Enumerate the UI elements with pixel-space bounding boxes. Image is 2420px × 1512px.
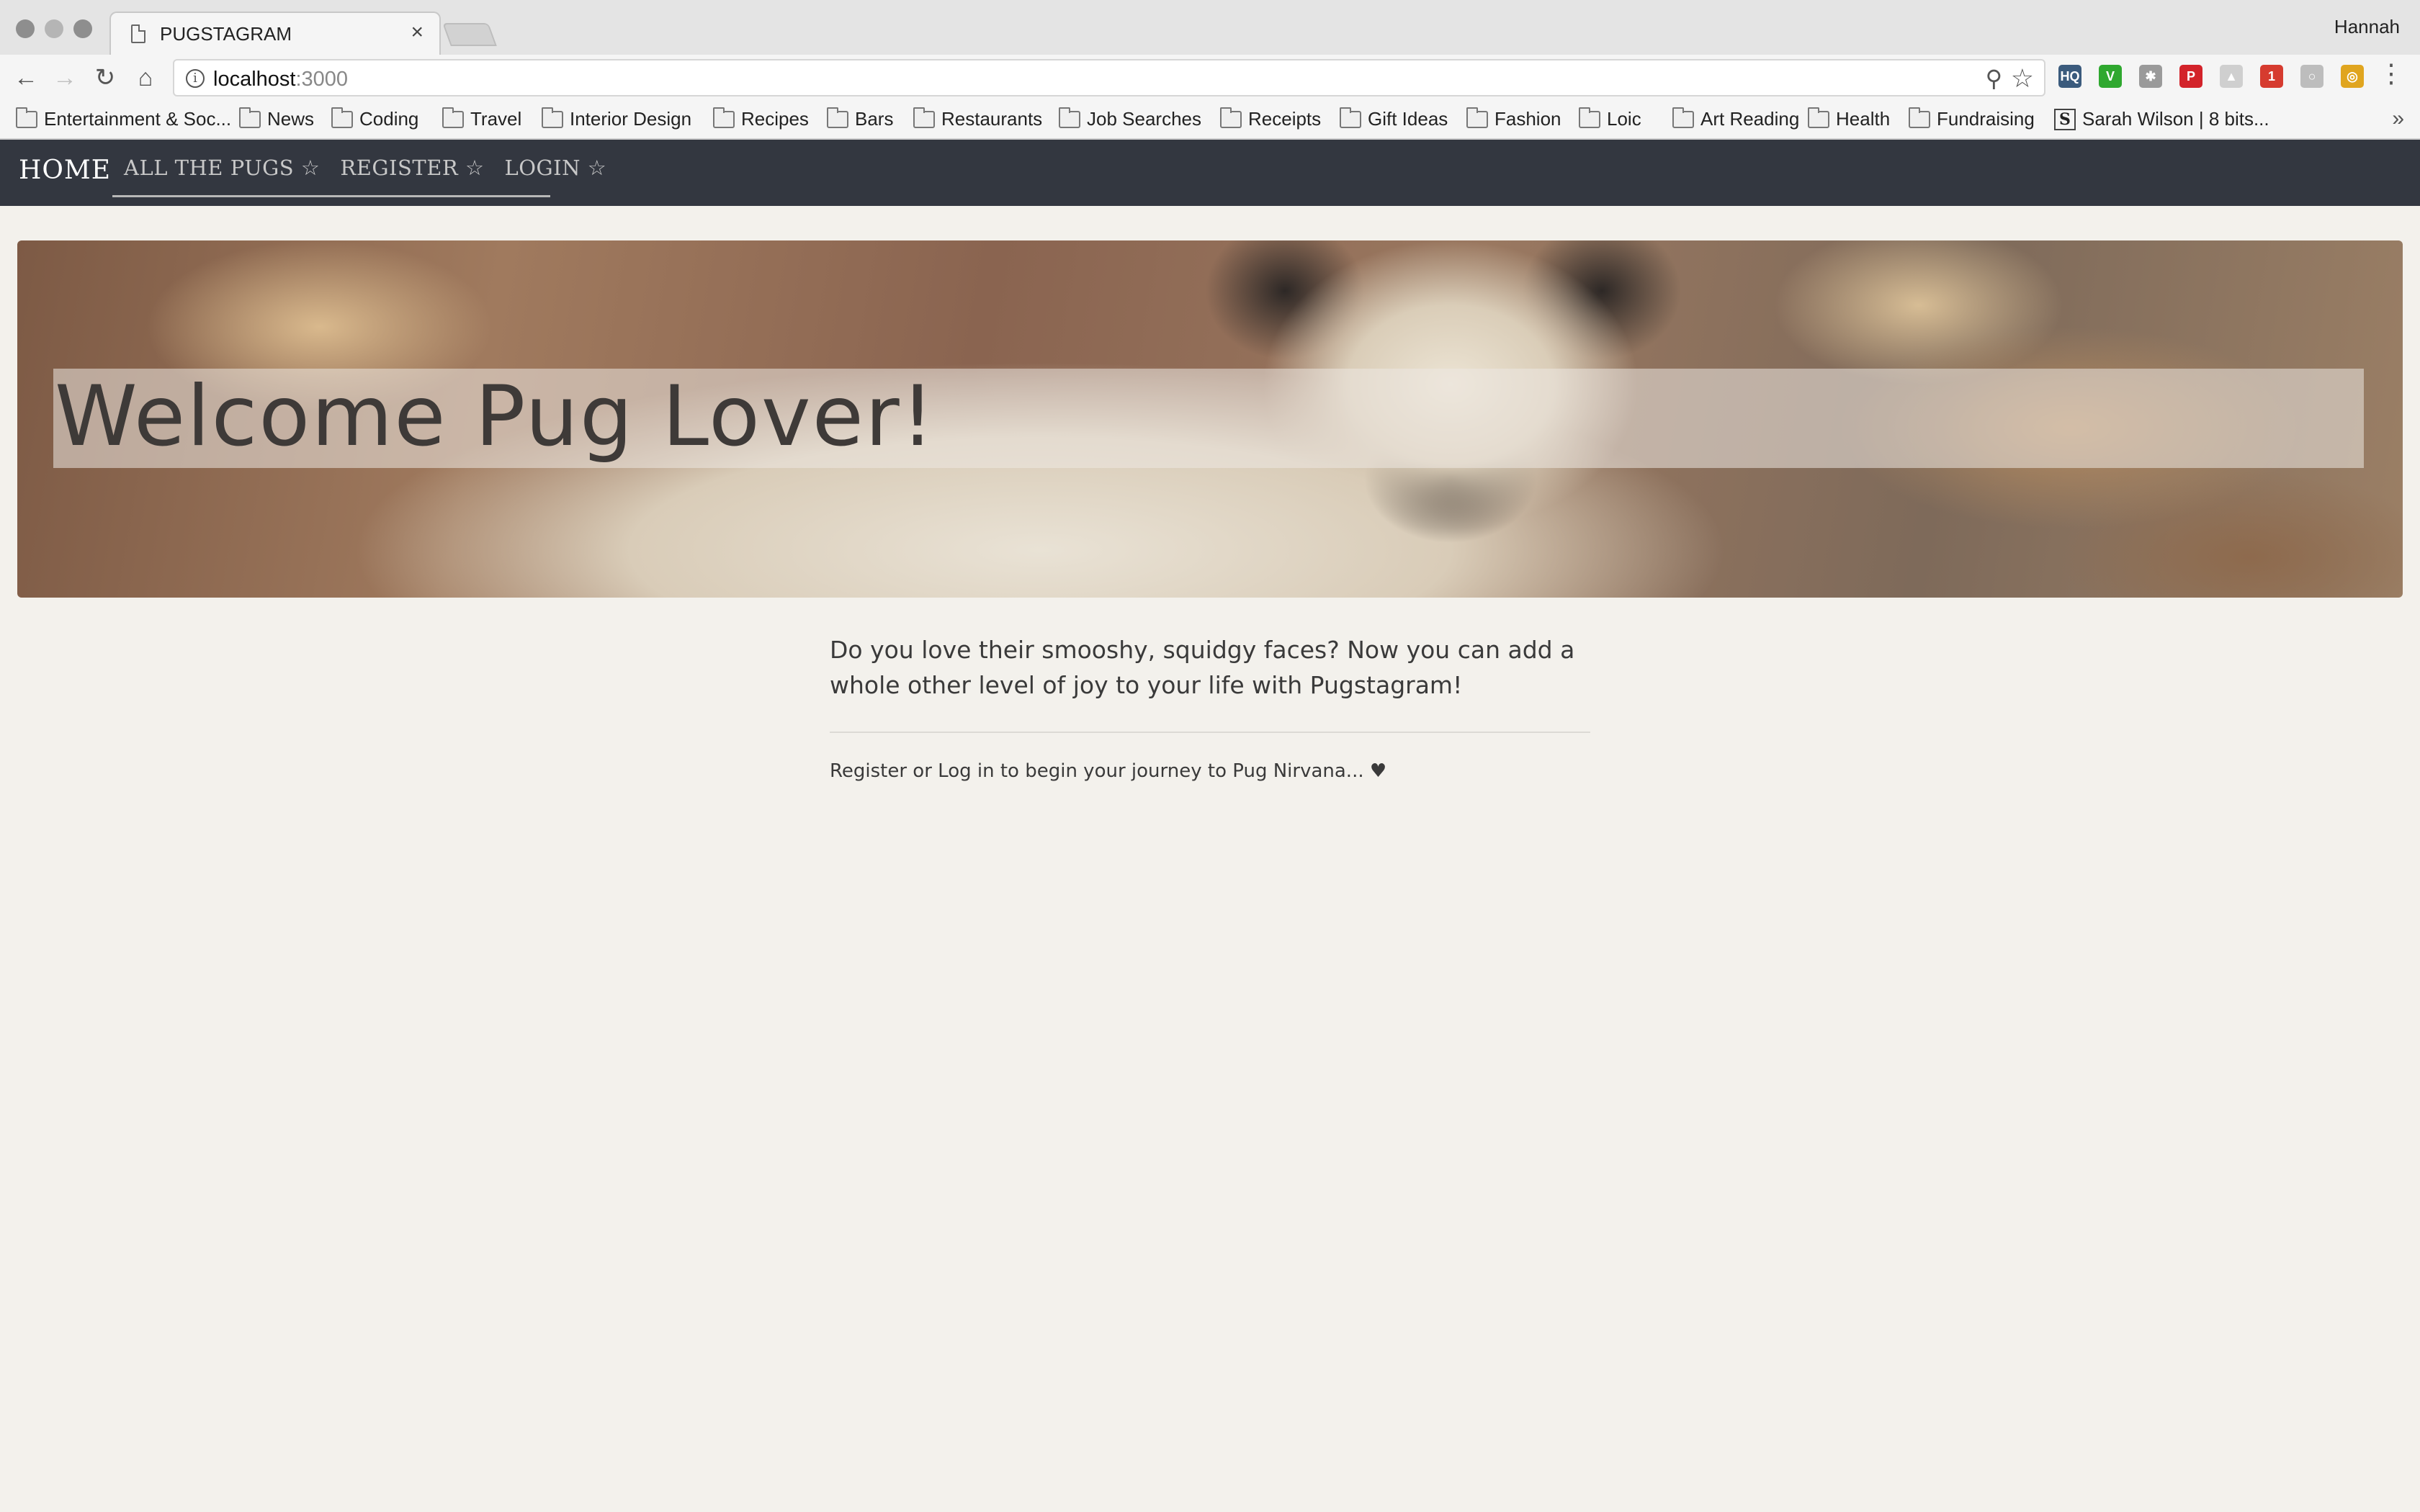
bug-extension-icon[interactable]: ✱ (2139, 65, 2162, 88)
folder-icon (1466, 107, 1488, 128)
bookmark-label: Gift Ideas (1368, 108, 1448, 130)
bookmark-star-icon[interactable]: ☆ (2011, 63, 2034, 94)
bookmark-folder-14[interactable]: Health (1808, 107, 1891, 130)
back-arrow-icon[interactable]: ← (10, 62, 42, 94)
bookmark-folder-2[interactable]: Coding (331, 107, 419, 130)
bookmark-label: Fundraising (1937, 108, 2035, 130)
nav-links: ALL THE PUGS ☆ REGISTER ☆ LOGIN ☆ (112, 140, 606, 197)
address-bar[interactable]: i localhost:3000 ⚲ ☆ (173, 59, 2045, 96)
folder-icon (1808, 107, 1829, 128)
folder-icon (827, 107, 848, 128)
new-tab-button[interactable] (442, 23, 497, 46)
folder-icon (713, 107, 735, 128)
bookmark-label: Interior Design (570, 108, 692, 130)
home-icon[interactable]: ⌂ (130, 62, 161, 94)
folder-icon (239, 107, 261, 128)
hero-title: Welcome Pug Lover! (55, 368, 936, 465)
bookmark-label: Travel (470, 108, 522, 130)
folder-icon (1909, 107, 1930, 128)
close-window-button[interactable] (16, 19, 35, 38)
profile-name[interactable]: Hannah (2334, 16, 2400, 38)
url-port: :3000 (295, 68, 349, 91)
folder-icon (442, 107, 464, 128)
bookmark-label: Job Searches (1087, 108, 1201, 130)
nav-login[interactable]: LOGIN ☆ (504, 156, 606, 180)
hero-pug-image: Welcome Pug Lover! (17, 240, 2403, 598)
bookmark-folder-6[interactable]: Bars (827, 107, 894, 130)
browser-tab-active[interactable]: PUGSTAGRAM × (109, 12, 441, 56)
bookmark-label: Receipts (1248, 108, 1322, 130)
folder-icon (16, 107, 37, 128)
bookmark-label: Bars (855, 108, 894, 130)
home-link[interactable]: HOME (19, 156, 111, 185)
site-info-icon[interactable]: i (186, 69, 205, 88)
bookmark-folder-1[interactable]: News (239, 107, 315, 130)
minimize-window-button[interactable] (45, 19, 63, 38)
browser-tabstrip: PUGSTAGRAM × Hannah (0, 0, 2420, 56)
folder-icon (1220, 107, 1242, 128)
pinterest-extension-icon[interactable]: P (2179, 65, 2202, 88)
bookmark-label: Fashion (1494, 108, 1561, 130)
folder-icon (542, 107, 563, 128)
bookmark-folder-9[interactable]: Receipts (1220, 107, 1322, 130)
bookmark-folder-4[interactable]: Interior Design (542, 107, 692, 130)
forward-arrow-icon[interactable]: → (49, 62, 81, 94)
folder-icon (1059, 107, 1080, 128)
bookmark-folder-10[interactable]: Gift Ideas (1340, 107, 1448, 130)
tab-title: PUGSTAGRAM (160, 23, 292, 45)
browser-menu-icon[interactable]: ⋮ (2378, 60, 2404, 86)
site-navbar: HOME ALL THE PUGS ☆ REGISTER ☆ LOGIN ☆ (0, 140, 2420, 206)
reload-icon[interactable]: ↻ (89, 62, 121, 94)
bookmark-label: Loic (1607, 108, 1641, 130)
bookmark-folder-0[interactable]: Entertainment & Soc... (16, 107, 232, 130)
bookmark-folder-8[interactable]: Job Searches (1059, 107, 1201, 130)
folder-icon (1579, 107, 1600, 128)
bookmark-folder-12[interactable]: Loic (1579, 107, 1641, 130)
grey-extension-icon[interactable]: ▲ (2220, 65, 2243, 88)
site-favicon-icon: S (2054, 108, 2076, 130)
bookmark-label: Coding (359, 108, 419, 130)
url-host: localhost (213, 68, 296, 91)
main-content: Do you love their smooshy, squidgy faces… (830, 632, 1590, 782)
nav-all-the-pugs[interactable]: ALL THE PUGS ☆ (124, 156, 320, 180)
bookmarks-bar: Entertainment & Soc... News Coding Travel In… (0, 102, 2420, 140)
bookmark-label: Entertainment & Soc... (44, 108, 232, 130)
maximize-window-button[interactable] (73, 19, 92, 38)
circle-extension-icon[interactable]: ○ (2300, 65, 2323, 88)
zoom-icon[interactable]: ⚲ (1986, 65, 2002, 92)
page-icon (131, 24, 145, 43)
intro-text: Do you love their smooshy, squidgy faces… (830, 636, 1575, 699)
bookmark-label: Restaurants (941, 108, 1043, 130)
bookmark-label: Health (1836, 108, 1891, 130)
v-extension-icon[interactable]: V (2099, 65, 2122, 88)
bookmark-folder-7[interactable]: Restaurants (913, 107, 1043, 130)
folder-icon (1672, 107, 1694, 128)
folder-icon (1340, 107, 1361, 128)
bookmark-label: News (267, 108, 315, 130)
browser-toolbar: ← → ↻ ⌂ i localhost:3000 ⚲ ☆ HQ V ✱ P ▲ 1 ○ ◎ ⋮ (0, 55, 2420, 102)
call-to-action-text: Register or Log in to begin your journey… (830, 760, 1387, 782)
more-bookmarks-icon[interactable]: » (2392, 107, 2404, 131)
bookmark-folder-13[interactable]: Art Reading (1672, 107, 1800, 130)
bookmark-label: Art Reading (1700, 108, 1800, 130)
bookmark-folder-3[interactable]: Travel (442, 107, 522, 130)
bookmark-folder-15[interactable]: Fundraising (1909, 107, 2035, 130)
bookmark-label: Sarah Wilson | 8 bits... (2082, 108, 2269, 130)
badge-extension-icon[interactable]: 1 (2260, 65, 2283, 88)
divider (830, 732, 1590, 733)
bookmark-site-sarah-wilson[interactable]: S Sarah Wilson | 8 bits... (2054, 108, 2269, 130)
bookmark-label: Recipes (741, 108, 809, 130)
bookmark-folder-11[interactable]: Fashion (1466, 107, 1561, 130)
bookmark-folder-5[interactable]: Recipes (713, 107, 809, 130)
chrome-extension-icon[interactable]: ◎ (2341, 65, 2364, 88)
tab-close-icon[interactable]: × (411, 20, 424, 45)
url-text[interactable]: localhost:3000 (213, 68, 348, 91)
cloudhq-extension-icon[interactable]: HQ (2058, 65, 2081, 88)
nav-register[interactable]: REGISTER ☆ (340, 156, 484, 180)
folder-icon (331, 107, 353, 128)
folder-icon (913, 107, 935, 128)
